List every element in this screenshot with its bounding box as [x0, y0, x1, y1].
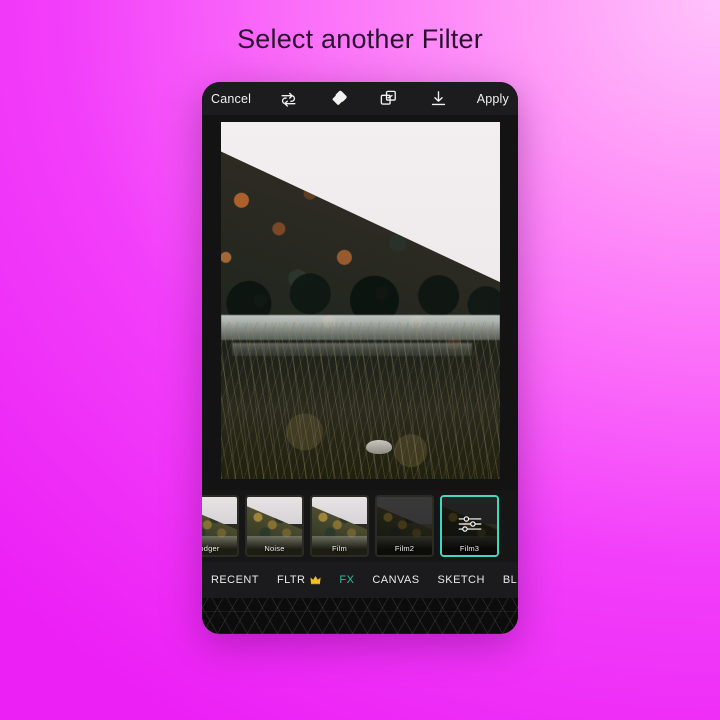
- page-title: Select another Filter: [237, 24, 483, 54]
- crown-icon: [310, 575, 322, 585]
- tab-bl[interactable]: BL: [503, 574, 517, 586]
- download-icon[interactable]: [429, 89, 448, 108]
- tab-recent[interactable]: RECENT: [211, 574, 259, 586]
- phone-mockup: Cancel Apply dger Noise Film Film2 Film3…: [202, 82, 518, 634]
- filter-thumbnail-noise[interactable]: Noise: [245, 495, 304, 557]
- filter-thumbnail-label: Film: [332, 544, 347, 553]
- photo-twigs: [220, 122, 500, 479]
- photo-rock: [365, 440, 392, 455]
- filter-category-tabs[interactable]: RECENT FLTR FX CANVAS SKETCH BL: [202, 562, 518, 598]
- apply-button[interactable]: Apply: [477, 92, 509, 106]
- filter-thumbnail-label: Film2: [394, 544, 415, 553]
- tab-fx[interactable]: FX: [339, 574, 354, 586]
- tab-label: FX: [339, 574, 355, 586]
- filter-thumbnail-film[interactable]: Film: [310, 495, 369, 557]
- sliders-icon[interactable]: [457, 513, 483, 535]
- filter-thumbnail-dodger[interactable]: odger: [202, 495, 239, 557]
- filter-thumbnail-strip[interactable]: odger Noise Film Film2: [202, 490, 518, 562]
- tab-label: CANVAS: [372, 574, 420, 586]
- photo-preview[interactable]: [220, 122, 500, 479]
- tab-label: BL: [502, 574, 518, 586]
- bottom-pattern-strip: [202, 598, 518, 634]
- filter-thumbnail-film2[interactable]: Film2: [375, 495, 434, 557]
- editor-canvas[interactable]: [202, 115, 518, 490]
- filter-thumbnail-label: odger: [202, 544, 220, 553]
- filter-thumbnail-label: Film3: [459, 544, 480, 553]
- filter-thumbnail-label: Noise: [264, 544, 285, 553]
- toolbar-icon-group: [279, 89, 448, 108]
- tab-canvas[interactable]: CANVAS: [372, 574, 419, 586]
- editor-toolbar: Cancel Apply: [202, 82, 518, 115]
- redo-loop-icon[interactable]: [279, 89, 298, 108]
- cancel-button[interactable]: Cancel: [211, 92, 251, 106]
- filter-thumbnail-film3[interactable]: Film3: [440, 495, 499, 557]
- tab-label: SKETCH: [437, 574, 485, 586]
- eraser-icon[interactable]: [329, 89, 348, 108]
- tab-label: FLTR: [276, 574, 306, 586]
- tab-fltr[interactable]: FLTR: [276, 574, 322, 586]
- tab-sketch[interactable]: SKETCH: [438, 574, 485, 586]
- layers-icon[interactable]: [379, 89, 398, 108]
- tab-label: RECENT: [211, 574, 259, 586]
